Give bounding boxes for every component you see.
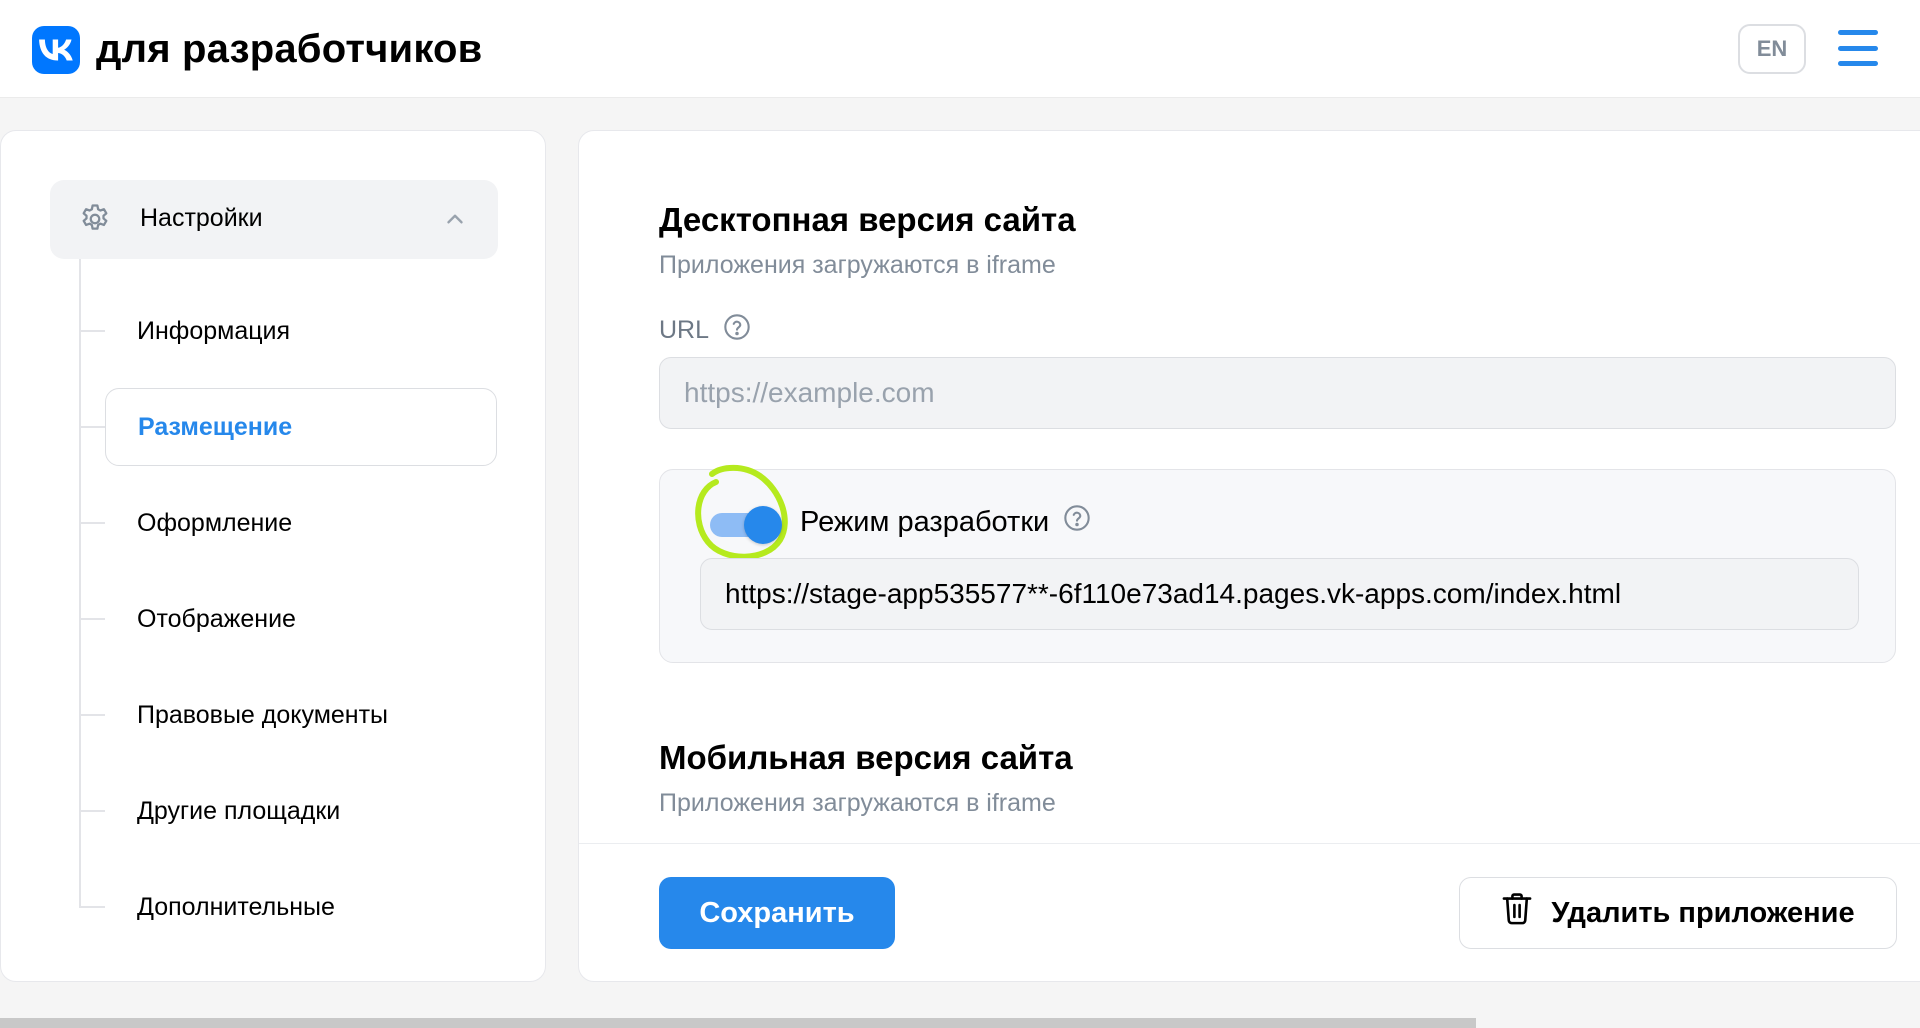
tree-connector bbox=[79, 426, 105, 428]
mobile-section-subtitle: Приложения загружаются в iframe bbox=[659, 789, 1056, 817]
sidebar-item-other-platforms[interactable]: Другие площадки bbox=[105, 772, 497, 850]
settings-group-header[interactable]: Настройки bbox=[50, 180, 498, 259]
tree-connector bbox=[79, 522, 105, 524]
desktop-section-subtitle: Приложения загружаются в iframe bbox=[659, 251, 1056, 279]
settings-sidebar: Настройки Информация Размещение Оформлен… bbox=[0, 130, 546, 982]
chevron-up-icon[interactable] bbox=[442, 206, 468, 237]
mobile-section-title: Мобильная версия сайта bbox=[659, 739, 1073, 776]
sidebar-item-additional[interactable]: Дополнительные bbox=[105, 868, 497, 946]
dev-mode-label: Режим разработки bbox=[800, 504, 1091, 540]
tree-connector bbox=[79, 618, 105, 620]
trash-icon bbox=[1501, 892, 1533, 934]
url-field-label: URL bbox=[659, 313, 751, 348]
footer-divider bbox=[579, 843, 1920, 844]
toggle-knob bbox=[744, 506, 782, 544]
horizontal-scrollbar[interactable] bbox=[0, 1018, 1476, 1028]
dev-mode-box: Режим разработки https://stage-app535577… bbox=[659, 464, 1896, 663]
url-label-text: URL bbox=[659, 316, 710, 344]
vk-logo-icon[interactable] bbox=[32, 26, 80, 74]
desktop-url-input[interactable]: https://example.com bbox=[659, 357, 1896, 429]
top-header: для разработчиков EN bbox=[0, 0, 1920, 98]
hamburger-menu-icon[interactable] bbox=[1838, 30, 1878, 66]
dev-mode-toggle[interactable] bbox=[706, 504, 782, 544]
tree-connector bbox=[79, 714, 105, 716]
sidebar-item-placement[interactable]: Размещение bbox=[105, 388, 497, 466]
delete-app-label: Удалить приложение bbox=[1551, 896, 1855, 929]
tree-connector bbox=[79, 906, 105, 908]
brand-title[interactable]: для разработчиков bbox=[96, 24, 482, 74]
dev-url-input[interactable]: https://stage-app535577**-6f110e73ad14.p… bbox=[700, 558, 1859, 630]
save-button[interactable]: Сохранить bbox=[659, 877, 895, 949]
tree-connector bbox=[79, 330, 105, 332]
question-circle-icon[interactable] bbox=[1063, 504, 1091, 540]
sidebar-item-legal-documents[interactable]: Правовые документы bbox=[105, 676, 497, 754]
gear-icon bbox=[78, 202, 112, 241]
sidebar-item-display[interactable]: Отображение bbox=[105, 580, 497, 658]
sidebar-item-design[interactable]: Оформление bbox=[105, 484, 497, 562]
tree-connector bbox=[79, 810, 105, 812]
settings-group-label: Настройки bbox=[140, 204, 263, 232]
desktop-section-title: Десктопная версия сайта bbox=[659, 201, 1076, 238]
question-circle-icon[interactable] bbox=[723, 313, 751, 348]
sidebar-item-information[interactable]: Информация bbox=[105, 292, 497, 370]
dev-mode-label-text: Режим разработки bbox=[800, 505, 1050, 538]
language-button[interactable]: EN bbox=[1738, 24, 1806, 74]
placement-panel: Десктопная версия сайта Приложения загру… bbox=[578, 130, 1920, 982]
delete-app-button[interactable]: Удалить приложение bbox=[1459, 877, 1897, 949]
